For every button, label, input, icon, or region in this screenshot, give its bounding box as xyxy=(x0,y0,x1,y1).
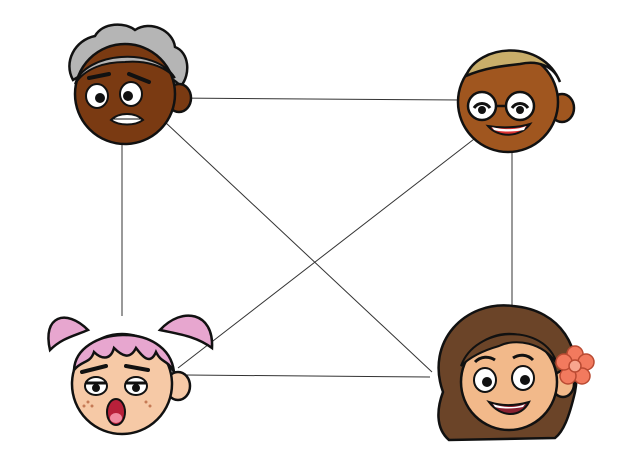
grey-haired-man-face-icon xyxy=(68,23,193,146)
edge-top-right-to-bottom-left xyxy=(177,135,479,369)
edge-top-left-to-top-right xyxy=(171,97,463,101)
edge-bottom-left-to-bottom-right xyxy=(185,374,431,378)
diagram-canvas xyxy=(47,23,595,442)
glasses-boy-face-icon xyxy=(456,49,576,154)
network-diagram xyxy=(0,0,621,452)
flower-girl-face-icon xyxy=(437,304,595,442)
